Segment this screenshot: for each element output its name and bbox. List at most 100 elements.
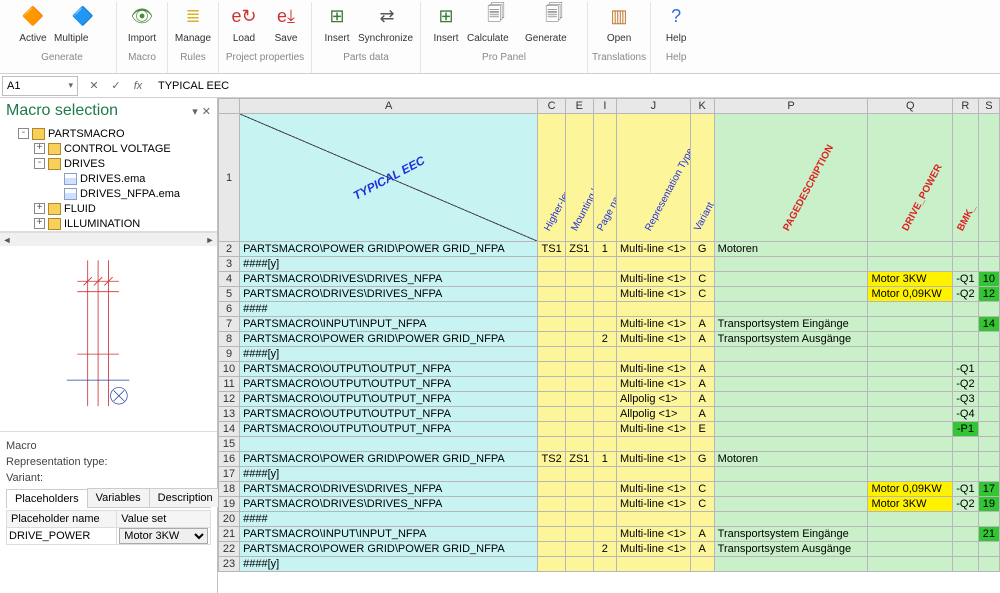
ribbon-import[interactable]: 👁Import: [121, 2, 163, 52]
ribbon-help[interactable]: ?Help: [655, 2, 697, 52]
row-header[interactable]: 17: [219, 467, 240, 482]
cell[interactable]: [593, 512, 616, 527]
ribbon-insert[interactable]: ⊞Insert: [316, 2, 358, 52]
cell[interactable]: [593, 437, 616, 452]
name-box[interactable]: A1 ▾: [2, 76, 78, 96]
cell[interactable]: Motoren: [714, 242, 868, 257]
cell[interactable]: [714, 512, 868, 527]
row-header[interactable]: 16: [219, 452, 240, 467]
cell[interactable]: [565, 257, 593, 272]
cell[interactable]: [565, 302, 593, 317]
cell[interactable]: [978, 362, 999, 377]
row-header[interactable]: 5: [219, 287, 240, 302]
cell[interactable]: [868, 467, 953, 482]
row-header[interactable]: 7: [219, 317, 240, 332]
cell[interactable]: [538, 512, 566, 527]
cell[interactable]: [565, 377, 593, 392]
cell[interactable]: [978, 302, 999, 317]
cell[interactable]: [538, 272, 566, 287]
cell[interactable]: [868, 512, 953, 527]
cell[interactable]: PARTSMACRO\OUTPUT\OUTPUT_NFPA: [240, 362, 538, 377]
row-header[interactable]: 3: [219, 257, 240, 272]
cell[interactable]: [714, 272, 868, 287]
row-header[interactable]: 14: [219, 422, 240, 437]
row-header[interactable]: 11: [219, 377, 240, 392]
cell[interactable]: PARTSMACRO\INPUT\INPUT_NFPA: [240, 317, 538, 332]
cell[interactable]: [714, 377, 868, 392]
ribbon-load[interactable]: e↻Load: [223, 2, 265, 52]
cell[interactable]: [978, 377, 999, 392]
tree-item[interactable]: DRIVES_NFPA.ema: [6, 186, 215, 201]
col-header[interactable]: P: [714, 99, 868, 114]
cell[interactable]: [868, 557, 953, 572]
cell[interactable]: [565, 287, 593, 302]
cell[interactable]: [538, 377, 566, 392]
cell[interactable]: E: [690, 422, 714, 437]
cell[interactable]: [593, 272, 616, 287]
cell[interactable]: [616, 557, 690, 572]
cell[interactable]: [953, 257, 979, 272]
cell[interactable]: A: [690, 362, 714, 377]
cell[interactable]: PARTSMACRO\INPUT\INPUT_NFPA: [240, 527, 538, 542]
cell[interactable]: [565, 482, 593, 497]
cell[interactable]: ####[y]: [240, 557, 538, 572]
cell[interactable]: [593, 467, 616, 482]
cell[interactable]: [690, 347, 714, 362]
cell[interactable]: [593, 257, 616, 272]
cell[interactable]: C: [690, 482, 714, 497]
cell[interactable]: [868, 302, 953, 317]
cell[interactable]: Multi-line <1>: [616, 422, 690, 437]
cell[interactable]: PARTSMACRO\POWER GRID\POWER GRID_NFPA: [240, 542, 538, 557]
accept-formula-icon[interactable]: ✓: [108, 79, 124, 92]
cell[interactable]: 14: [978, 317, 999, 332]
spreadsheet[interactable]: ACEIJKPQRS1TYPICAL EECHigher-level funct…: [218, 98, 1000, 593]
cell[interactable]: Multi-line <1>: [616, 377, 690, 392]
col-header[interactable]: E: [565, 99, 593, 114]
cell[interactable]: [868, 377, 953, 392]
cell[interactable]: [593, 392, 616, 407]
row-header[interactable]: 10: [219, 362, 240, 377]
ribbon-pp-insert[interactable]: ⊞Insert: [425, 2, 467, 52]
cell[interactable]: C: [690, 287, 714, 302]
cell[interactable]: [690, 557, 714, 572]
cell[interactable]: ####[y]: [240, 347, 538, 362]
cell[interactable]: [868, 527, 953, 542]
row-header[interactable]: 9: [219, 347, 240, 362]
tab-placeholders[interactable]: Placeholders: [6, 489, 88, 508]
cell[interactable]: [593, 407, 616, 422]
cell[interactable]: [538, 482, 566, 497]
name-box-dropdown-icon[interactable]: ▾: [68, 80, 73, 91]
cell[interactable]: [565, 317, 593, 332]
ribbon-active[interactable]: 🔶Active: [12, 2, 54, 52]
cell[interactable]: [593, 482, 616, 497]
cell[interactable]: ####: [240, 512, 538, 527]
cell[interactable]: 1: [593, 452, 616, 467]
cell[interactable]: [565, 542, 593, 557]
row-header[interactable]: 4: [219, 272, 240, 287]
cell[interactable]: [868, 317, 953, 332]
cell[interactable]: A: [690, 527, 714, 542]
cell[interactable]: 19: [978, 497, 999, 512]
cell[interactable]: Transportsystem Ausgänge: [714, 542, 868, 557]
cell[interactable]: [714, 482, 868, 497]
cell[interactable]: 12: [978, 287, 999, 302]
macro-tree[interactable]: -PARTSMACRO+CONTROL VOLTAGE-DRIVESDRIVES…: [0, 124, 217, 232]
cell[interactable]: 10: [978, 272, 999, 287]
cell[interactable]: [538, 302, 566, 317]
cell[interactable]: [616, 302, 690, 317]
row-header[interactable]: 8: [219, 332, 240, 347]
cell[interactable]: [714, 467, 868, 482]
row-header[interactable]: 1: [219, 114, 240, 242]
cell[interactable]: [714, 347, 868, 362]
cell[interactable]: PARTSMACRO\OUTPUT\OUTPUT_NFPA: [240, 392, 538, 407]
row-header[interactable]: 18: [219, 482, 240, 497]
cell[interactable]: A: [690, 317, 714, 332]
ribbon-manage[interactable]: ≣Manage: [172, 2, 214, 52]
col-header[interactable]: Q: [868, 99, 953, 114]
col-header[interactable]: I: [593, 99, 616, 114]
cell[interactable]: TS1: [538, 242, 566, 257]
cell[interactable]: [593, 422, 616, 437]
cell[interactable]: [953, 332, 979, 347]
cell[interactable]: ZS1: [565, 242, 593, 257]
cell[interactable]: ZS1: [565, 452, 593, 467]
